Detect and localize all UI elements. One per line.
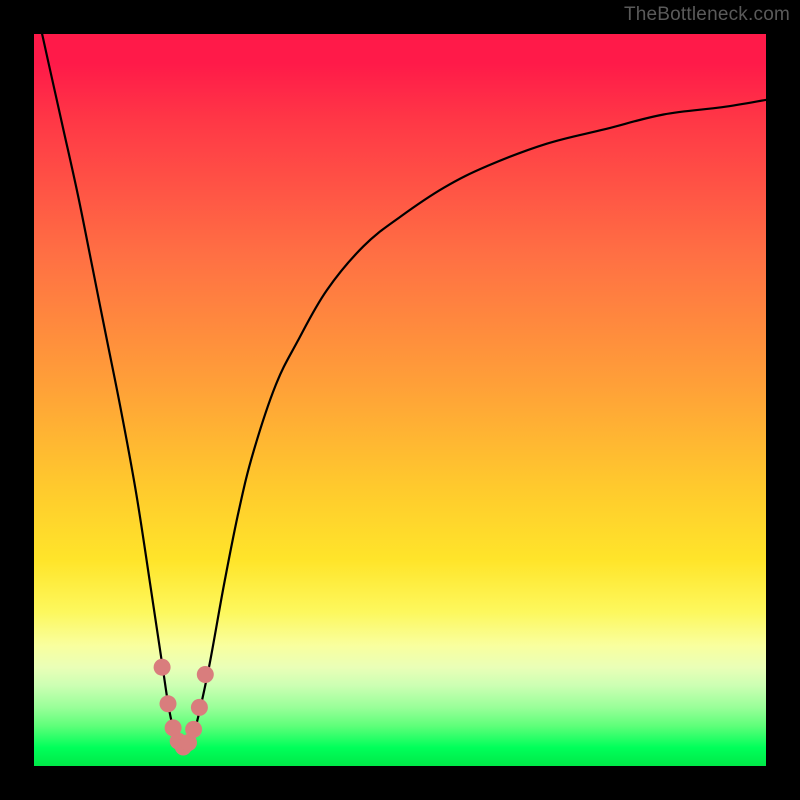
bottleneck-curve	[34, 34, 766, 748]
trough-marker	[197, 666, 214, 683]
trough-markers	[154, 659, 214, 756]
plot-area	[34, 34, 766, 766]
watermark-text: TheBottleneck.com	[624, 4, 790, 26]
outer-frame: TheBottleneck.com	[0, 0, 800, 800]
trough-marker	[185, 721, 202, 738]
chart-svg	[34, 34, 766, 766]
trough-marker	[191, 699, 208, 716]
trough-marker	[154, 659, 171, 676]
curve-path	[34, 34, 766, 748]
trough-marker	[160, 695, 177, 712]
